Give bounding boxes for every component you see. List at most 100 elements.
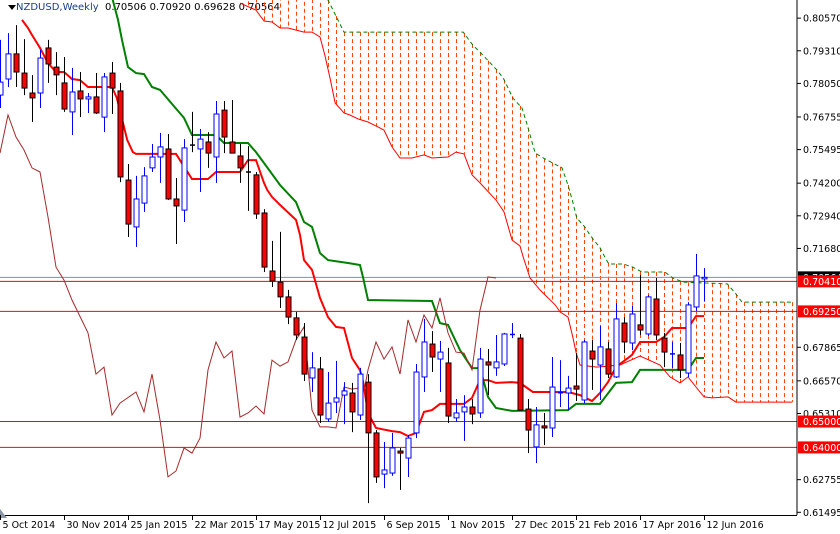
candle <box>645 295 652 337</box>
candle-body <box>397 450 404 454</box>
candle-body <box>693 275 700 308</box>
candle <box>5 33 12 88</box>
candle <box>421 318 428 392</box>
candle <box>109 61 116 114</box>
candle-body <box>309 367 316 379</box>
candle <box>253 172 260 219</box>
candle <box>85 93 92 113</box>
candle-body <box>285 296 292 318</box>
price-tick-label: 0.75495 <box>803 145 840 156</box>
price-tick-label: 0.71680 <box>803 244 840 255</box>
candle-body <box>85 96 92 100</box>
price-tick-label: 0.76755 <box>803 112 840 123</box>
candle <box>246 146 251 211</box>
candle-body <box>269 270 276 282</box>
candle-body <box>29 92 36 99</box>
candle <box>389 432 396 476</box>
price-tick-label: 0.74200 <box>803 179 840 190</box>
candle-body <box>613 318 620 378</box>
candle-body <box>461 406 468 413</box>
date-tick-label: 12 Jun 2016 <box>707 520 764 531</box>
candle <box>477 347 484 418</box>
candle <box>333 360 340 413</box>
candle-body <box>37 57 44 94</box>
date-tick-label: 22 Mar 2015 <box>195 520 255 531</box>
candle-body <box>5 53 12 80</box>
candle-body <box>349 392 356 413</box>
candle-body <box>141 175 148 204</box>
candle <box>621 317 628 354</box>
candle-body <box>253 174 260 215</box>
indicator-lines <box>0 0 793 478</box>
candle <box>205 132 212 168</box>
candle <box>61 56 68 112</box>
date-tick-label: 25 Jan 2015 <box>131 520 188 531</box>
candle <box>317 356 324 424</box>
candle <box>485 348 492 396</box>
candle-body <box>333 397 340 403</box>
candle <box>373 430 380 483</box>
candle-body <box>221 109 228 138</box>
candle-body <box>645 296 652 335</box>
candle <box>558 360 563 407</box>
candle-body <box>325 402 332 420</box>
candle <box>629 305 636 350</box>
candle-body <box>181 147 188 211</box>
tenkan-sen-line <box>21 19 704 438</box>
candle <box>517 333 524 411</box>
candle-body <box>565 387 572 394</box>
date-tick-label: 6 Sep 2015 <box>387 520 441 531</box>
candle <box>685 302 692 377</box>
candle-body <box>109 72 116 89</box>
candle-body <box>597 346 604 366</box>
corner-scroll-icon[interactable] <box>0 509 7 518</box>
candle-body <box>685 304 692 374</box>
price-chart[interactable]: 0.80570 0.79310 0.78050 0.76755 0.75495 0.742… <box>0 0 840 534</box>
candle <box>677 343 684 378</box>
candle-body <box>21 72 28 89</box>
candle-body <box>133 198 140 228</box>
candle <box>45 39 52 83</box>
candle <box>237 144 244 183</box>
candle-body <box>45 47 52 65</box>
candle-body <box>517 337 524 411</box>
candle <box>565 375 572 411</box>
candle <box>125 163 132 238</box>
candle-body <box>581 341 588 401</box>
date-tick-label: 21 Feb 2016 <box>579 520 638 531</box>
candle-body <box>453 412 460 419</box>
candle-body <box>629 313 636 344</box>
candle-body <box>77 90 84 100</box>
candle <box>101 73 108 133</box>
candle <box>453 398 460 423</box>
candle <box>269 240 276 288</box>
candle-body <box>293 317 300 336</box>
candle-body <box>653 298 660 336</box>
candle-body <box>237 155 244 169</box>
candle <box>157 132 164 183</box>
candle-body <box>365 381 372 434</box>
candle-body <box>261 212 268 268</box>
date-tick-label: 5 Oct 2014 <box>3 520 56 531</box>
candle-body <box>661 337 668 353</box>
candle <box>141 167 148 212</box>
date-tick-label: 17 May 2015 <box>259 520 321 531</box>
candle-body <box>533 424 540 448</box>
candle <box>637 274 644 335</box>
candle <box>589 339 596 390</box>
candle <box>653 277 660 340</box>
candle <box>533 406 540 463</box>
candle <box>405 434 412 477</box>
price-tick-label: 0.72940 <box>803 211 840 222</box>
candle-body <box>413 371 420 434</box>
candle-body <box>469 406 476 415</box>
candle-body <box>357 373 364 416</box>
price-tick-label: 0.61495 <box>803 508 840 519</box>
candle <box>77 72 84 118</box>
price-tick-label: 0.62755 <box>803 475 840 486</box>
candle <box>197 129 204 192</box>
candle-body <box>477 358 484 414</box>
candle-body <box>13 53 20 73</box>
dropdown-triangle-icon[interactable] <box>8 5 16 10</box>
candle-body <box>69 91 76 113</box>
